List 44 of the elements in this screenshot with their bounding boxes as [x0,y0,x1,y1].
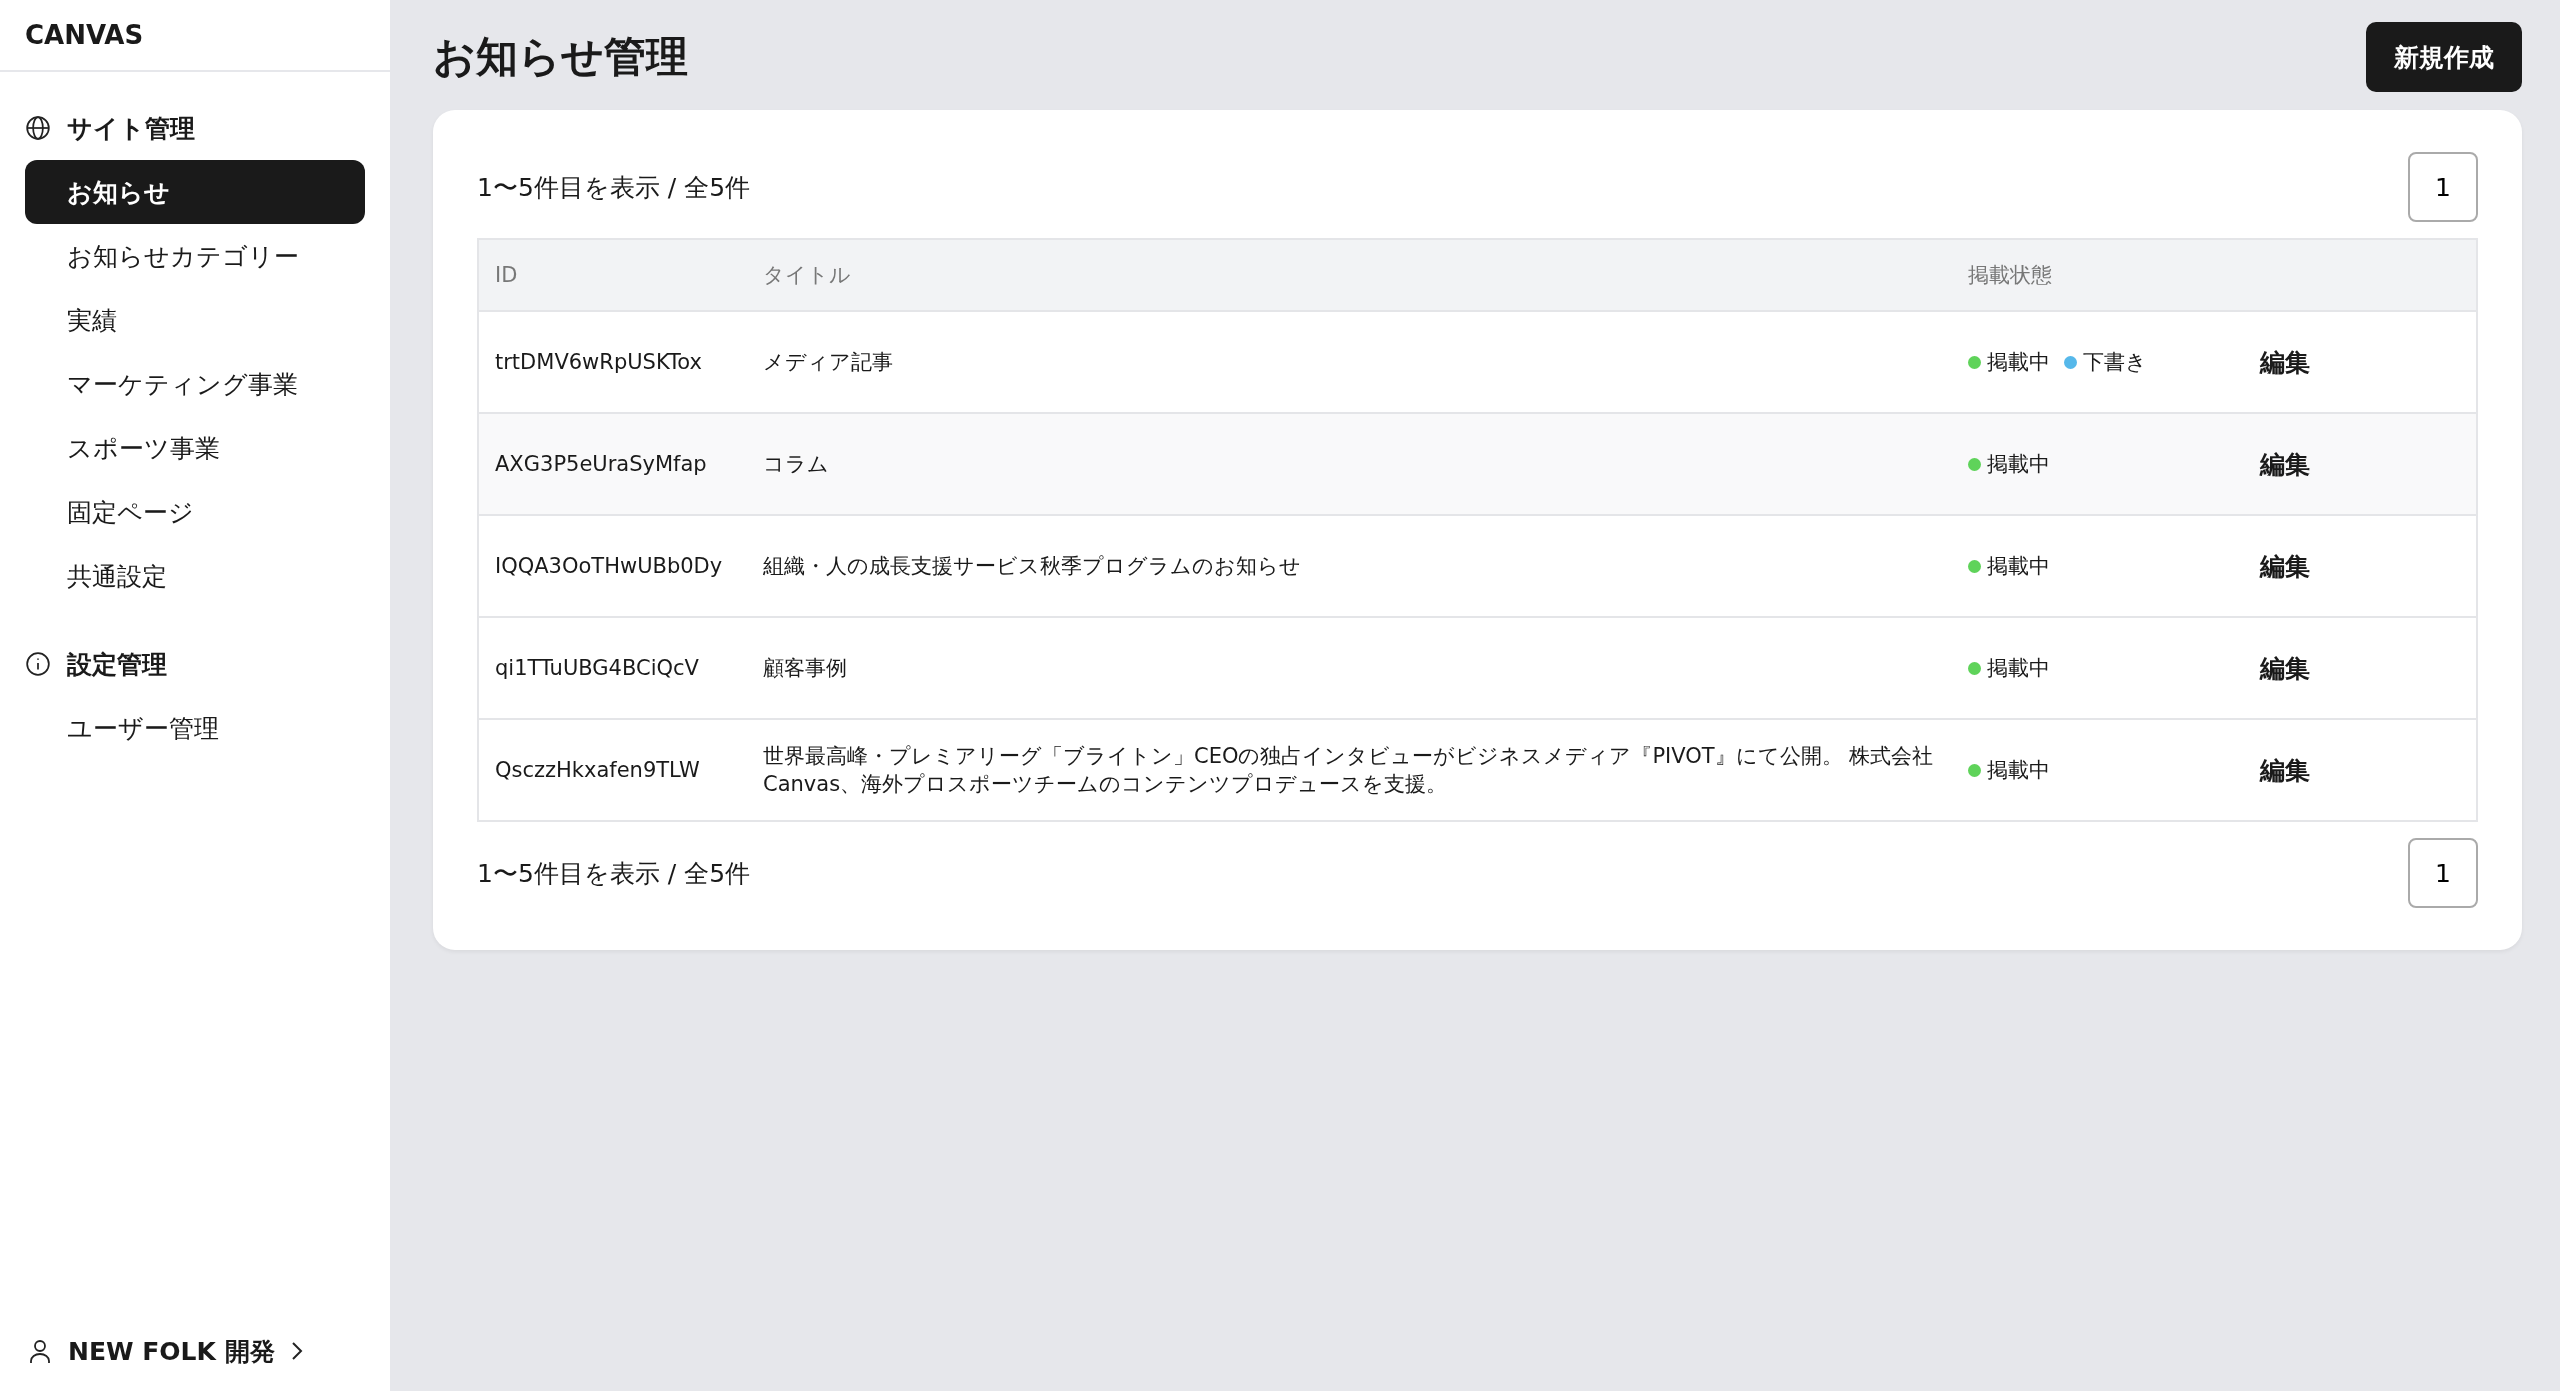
table-cell: 顧客事例 [747,617,1952,719]
page-title: お知らせ管理 [433,31,688,83]
status-label: 掲載中 [1987,655,2050,682]
sidebar-item[interactable]: スポーツ事業 [25,416,365,480]
edit-link[interactable]: 編集 [2260,549,2310,583]
column-header: ID [478,239,747,311]
status-label: 掲載中 [1987,757,2050,784]
edit-link[interactable]: 編集 [2260,651,2310,685]
sidebar-item[interactable]: ユーザー管理 [25,696,365,760]
status-label: 掲載中 [1987,553,2050,580]
new-button[interactable]: 新規作成 [2366,22,2522,92]
table-cell: IQQA3OoTHwUBb0Dy [478,515,747,617]
status-label: 掲載中 [1987,349,2050,376]
result-count: 1〜5件目を表示 / 全5件 [477,171,751,204]
status-label: 掲載中 [1987,451,2050,478]
page-button[interactable]: 1 [2408,152,2478,222]
section-title: 設定管理 [67,648,167,681]
table-cell: 組織・人の成長支援サービス秋季プログラムのお知らせ [747,515,1952,617]
page-button[interactable]: 1 [2408,838,2478,908]
sidebar-item[interactable]: お知らせ [25,160,365,224]
globe-icon [25,115,51,141]
user-icon [28,1338,52,1364]
table-cell: qi1TTuUBG4BCiQcV [478,617,747,719]
section-title: サイト管理 [67,112,195,145]
sidebar-item[interactable]: 固定ページ [25,480,365,544]
sidebar-item[interactable]: お知らせカテゴリー [25,224,365,288]
column-header: 掲載状態 [1952,239,2244,311]
table-cell: コラム [747,413,1952,515]
chevron-icon[interactable] [290,1341,303,1361]
sidebar-item[interactable]: 実績 [25,288,365,352]
table-cell: AXG3P5eUraSyMfap [478,413,747,515]
column-header: タイトル [747,239,1952,311]
result-count: 1〜5件目を表示 / 全5件 [477,857,751,890]
sidebar-item[interactable]: 共通設定 [25,544,365,608]
edit-link[interactable]: 編集 [2260,447,2310,481]
account-name[interactable]: NEW FOLK 開発 [68,1334,275,1368]
table-cell: QsczzHkxafen9TLW [478,719,747,821]
table-cell: 世界最高峰・プレミアリーグ「ブライトン」CEOの独占インタビューがビジネスメディア『PIVOT』にて公開。 株式会社Canvas、海外プロスポーツチームのコンテンツプロデュースを支援。 [747,719,1952,821]
sidebar-item[interactable]: マーケティング事業 [25,352,365,416]
info-icon [25,651,51,677]
edit-link[interactable]: 編集 [2260,345,2310,379]
status-label: 下書き [2083,349,2147,376]
logo-text: CANVAS [25,20,144,50]
edit-link[interactable]: 編集 [2260,753,2310,787]
